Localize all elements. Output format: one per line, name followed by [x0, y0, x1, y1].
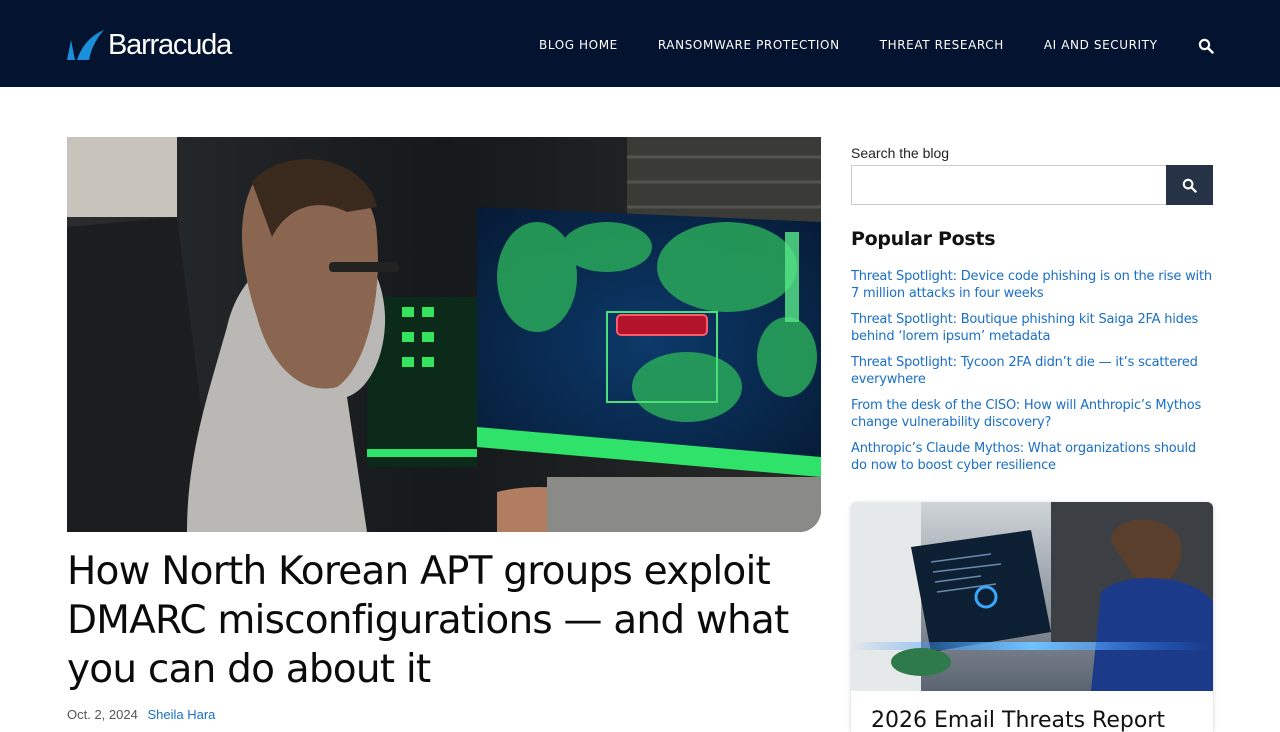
nav-ransomware-protection[interactable]: RANSOMWARE PROTECTION	[658, 38, 840, 52]
popular-post-link[interactable]: Threat Spotlight: Boutique phishing kit …	[851, 311, 1213, 345]
popular-posts-heading: Popular Posts	[851, 228, 996, 250]
promo-card-image	[851, 502, 1213, 691]
popular-post-link[interactable]: Anthropic’s Claude Mythos: What organiza…	[851, 440, 1213, 474]
list-item: Threat Spotlight: Device code phishing i…	[851, 268, 1213, 302]
list-item: Threat Spotlight: Tycoon 2FA didn’t die …	[851, 354, 1213, 388]
barracuda-fin-logo-icon	[67, 30, 104, 60]
search-icon	[1182, 178, 1197, 193]
article-title: How North Korean APT groups exploit DMAR…	[67, 549, 789, 692]
search-button[interactable]	[1166, 165, 1213, 205]
search-label: Search the blog	[851, 145, 950, 161]
nav-threat-research[interactable]: THREAT RESEARCH	[880, 38, 1004, 52]
popular-post-link[interactable]: Threat Spotlight: Device code phishing i…	[851, 268, 1213, 302]
search-field[interactable]	[851, 165, 1167, 205]
list-item: From the desk of the CISO: How will Anth…	[851, 397, 1213, 431]
popular-posts-list: Threat Spotlight: Device code phishing i…	[851, 268, 1213, 483]
promo-card[interactable]: 2026 Email Threats Report	[851, 502, 1213, 732]
nav-ai-and-security[interactable]: AI AND SECURITY	[1044, 38, 1158, 52]
popular-post-link[interactable]: From the desk of the CISO: How will Anth…	[851, 397, 1213, 431]
search-icon[interactable]	[1198, 38, 1214, 54]
brand-name: Barracuda	[108, 28, 232, 61]
promo-card-title: 2026 Email Threats Report	[871, 708, 1165, 732]
nav-blog-home[interactable]: BLOG HOME	[539, 38, 618, 52]
article-hero-image	[67, 137, 821, 532]
list-item: Threat Spotlight: Boutique phishing kit …	[851, 311, 1213, 345]
main-nav: BLOG HOME RANSOMWARE PROTECTION THREAT R…	[539, 38, 1198, 52]
popular-post-link[interactable]: Threat Spotlight: Tycoon 2FA didn’t die …	[851, 354, 1213, 388]
barracuda-logo[interactable]: Barracuda	[67, 28, 232, 61]
list-item: Anthropic’s Claude Mythos: What organiza…	[851, 440, 1213, 474]
search-input[interactable]	[852, 166, 1167, 204]
site-header: Barracuda BLOG HOME RANSOMWARE PROTECTIO…	[0, 0, 1280, 87]
